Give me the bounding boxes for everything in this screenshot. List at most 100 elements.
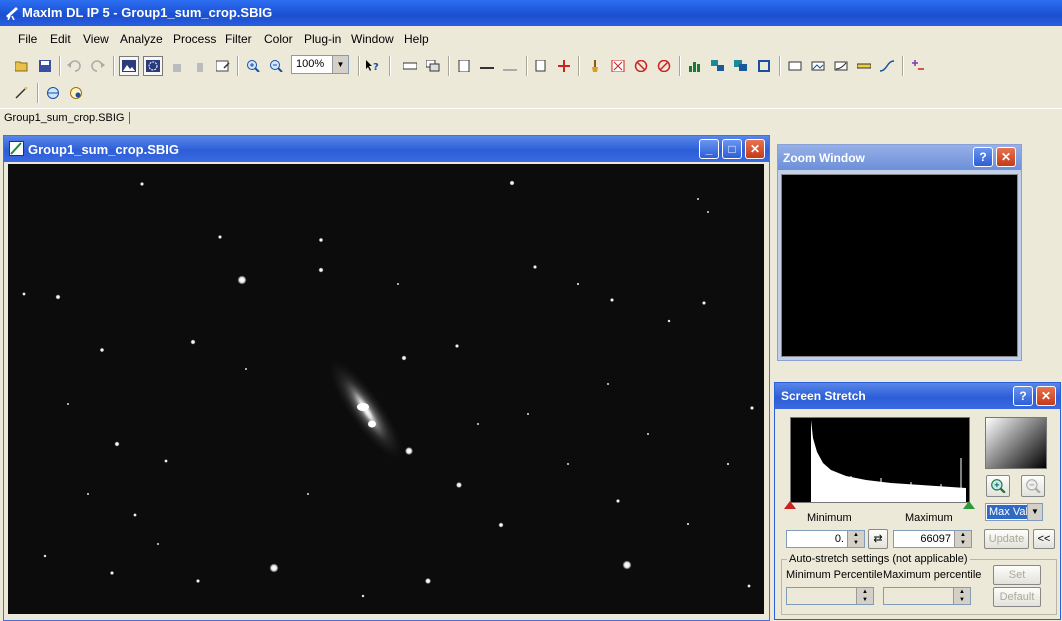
- pan-hand-disabled-icon[interactable]: [167, 56, 187, 76]
- astronomical-image[interactable]: [8, 164, 764, 614]
- screen-stretch-window: Screen Stretch ? ✕ Minimum Maximum Max V…: [774, 382, 1061, 620]
- info-sheet-icon[interactable]: [454, 56, 474, 76]
- image-thumb-icon[interactable]: [808, 56, 828, 76]
- window-rect-icon[interactable]: [785, 56, 805, 76]
- zoom-level-select[interactable]: 100% ▼: [291, 55, 349, 74]
- save-disk-icon[interactable]: [35, 56, 55, 76]
- default-button[interactable]: Default: [993, 587, 1041, 607]
- telescope-app-icon: [6, 7, 18, 20]
- zoom-window-title-bar[interactable]: Zoom Window ? ✕: [778, 145, 1021, 170]
- histogram[interactable]: [790, 417, 970, 503]
- zoom-out-icon[interactable]: [1021, 475, 1045, 497]
- combine-icon[interactable]: [731, 56, 751, 76]
- crosshair-plus-icon[interactable]: [554, 56, 574, 76]
- open-folder-icon[interactable]: [12, 56, 32, 76]
- update-button[interactable]: Update: [984, 529, 1029, 549]
- minimize-icon[interactable]: _: [699, 139, 719, 159]
- min-percentile-spinner[interactable]: ▲ ▼: [856, 588, 873, 604]
- maximum-value: 66097: [920, 533, 951, 545]
- toolbar-separator: [902, 56, 904, 76]
- zoom-window-title: Zoom Window: [783, 151, 865, 165]
- hand-icon[interactable]: [190, 56, 210, 76]
- toolbar-separator: [526, 56, 528, 76]
- minimum-marker-icon[interactable]: [784, 499, 796, 509]
- bar-chart-icon[interactable]: [685, 56, 705, 76]
- min-percentile-label: Minimum Percentile: [786, 569, 883, 581]
- stretch-mode-select[interactable]: Max Val ▼: [985, 503, 1043, 521]
- brush-icon[interactable]: [585, 56, 605, 76]
- no-bloom-icon[interactable]: [654, 56, 674, 76]
- stack-icon[interactable]: [423, 56, 443, 76]
- image-window-title-bar[interactable]: Group1_sum_crop.SBIG _ □ ✕: [4, 136, 769, 162]
- close-icon[interactable]: ✕: [745, 139, 765, 159]
- zoom-preview[interactable]: [781, 174, 1018, 357]
- plus-minus-icon[interactable]: [908, 56, 928, 76]
- menu-bar: File Edit View Analyze Process Filter Co…: [0, 28, 1062, 50]
- align-icon[interactable]: [708, 56, 728, 76]
- help-question-icon[interactable]: ?: [973, 147, 993, 167]
- frame-square-icon[interactable]: [754, 56, 774, 76]
- calibrate-disabled-icon[interactable]: [500, 56, 520, 76]
- swap-arrows-icon[interactable]: ⇄: [868, 529, 888, 549]
- toolbar-separator: [679, 56, 681, 76]
- document-tab[interactable]: Group1_sum_crop.SBIG: [4, 112, 131, 124]
- max-percentile-label: Maximum percentile: [883, 569, 982, 581]
- maximum-marker-icon[interactable]: [963, 499, 975, 509]
- zoom-in-icon[interactable]: [986, 475, 1010, 497]
- menu-help[interactable]: Help: [404, 32, 429, 46]
- context-help-icon[interactable]: ?: [363, 56, 383, 76]
- menu-file[interactable]: File: [18, 32, 37, 46]
- image-window-title: Group1_sum_crop.SBIG: [28, 142, 179, 157]
- toolbar-separator: [448, 56, 450, 76]
- max-percentile-field[interactable]: ▲ ▼: [883, 587, 971, 605]
- maximum-spinner[interactable]: ▲ ▼: [954, 531, 971, 547]
- minimum-field[interactable]: 0. ▲ ▼: [786, 530, 865, 548]
- gradient-preview: [985, 417, 1047, 469]
- toolbar-separator: [389, 56, 391, 76]
- camera-globe-icon[interactable]: [66, 83, 86, 103]
- zoom-in-icon[interactable]: [243, 56, 263, 76]
- min-percentile-field[interactable]: ▲ ▼: [786, 587, 874, 605]
- menu-view[interactable]: View: [83, 32, 109, 46]
- scale-bar-icon[interactable]: [854, 56, 874, 76]
- select-image-icon[interactable]: [119, 56, 139, 76]
- crop-select-icon[interactable]: [143, 56, 163, 76]
- menu-edit[interactable]: Edit: [50, 32, 71, 46]
- maximize-icon[interactable]: □: [722, 139, 742, 159]
- menu-analyze[interactable]: Analyze: [120, 32, 163, 46]
- collapse-button[interactable]: <<: [1033, 529, 1055, 549]
- telescope-globe-icon[interactable]: [43, 83, 63, 103]
- close-icon[interactable]: ✕: [1036, 386, 1056, 406]
- chevron-down-icon[interactable]: ▼: [332, 56, 348, 73]
- minimum-spinner[interactable]: ▲ ▼: [847, 531, 864, 547]
- menu-process[interactable]: Process: [173, 32, 216, 46]
- chevron-down-icon[interactable]: ▼: [1027, 504, 1042, 520]
- curve-window-icon[interactable]: [831, 56, 851, 76]
- copy-icon[interactable]: [531, 56, 551, 76]
- close-icon[interactable]: ✕: [996, 147, 1016, 167]
- prohibit-circle-icon[interactable]: [631, 56, 651, 76]
- ruler-icon[interactable]: [400, 56, 420, 76]
- undo-icon[interactable]: [64, 56, 84, 76]
- set-button[interactable]: Set: [993, 565, 1041, 585]
- menu-plugin[interactable]: Plug-in: [304, 32, 341, 46]
- redo-icon[interactable]: [88, 56, 108, 76]
- measure-icon[interactable]: [477, 56, 497, 76]
- menu-filter[interactable]: Filter: [225, 32, 252, 46]
- image-document-icon: [9, 141, 24, 156]
- curve-line-icon[interactable]: [877, 56, 897, 76]
- help-question-icon[interactable]: ?: [1013, 386, 1033, 406]
- menu-color[interactable]: Color: [264, 32, 293, 46]
- zoom-out-icon[interactable]: [266, 56, 286, 76]
- max-percentile-spinner[interactable]: ▲ ▼: [953, 588, 970, 604]
- properties-icon[interactable]: [213, 56, 233, 76]
- toolbar-separator: [113, 56, 115, 76]
- wand-icon[interactable]: [12, 83, 32, 103]
- menu-window[interactable]: Window: [351, 32, 394, 46]
- toolbar-separator: [578, 56, 580, 76]
- toolbar-separator: [59, 56, 61, 76]
- maximum-label: Maximum: [905, 512, 953, 524]
- maximum-field[interactable]: 66097 ▲ ▼: [893, 530, 972, 548]
- screen-stretch-title-bar[interactable]: Screen Stretch ? ✕: [775, 383, 1060, 409]
- remove-hot-pixel-icon[interactable]: [608, 56, 628, 76]
